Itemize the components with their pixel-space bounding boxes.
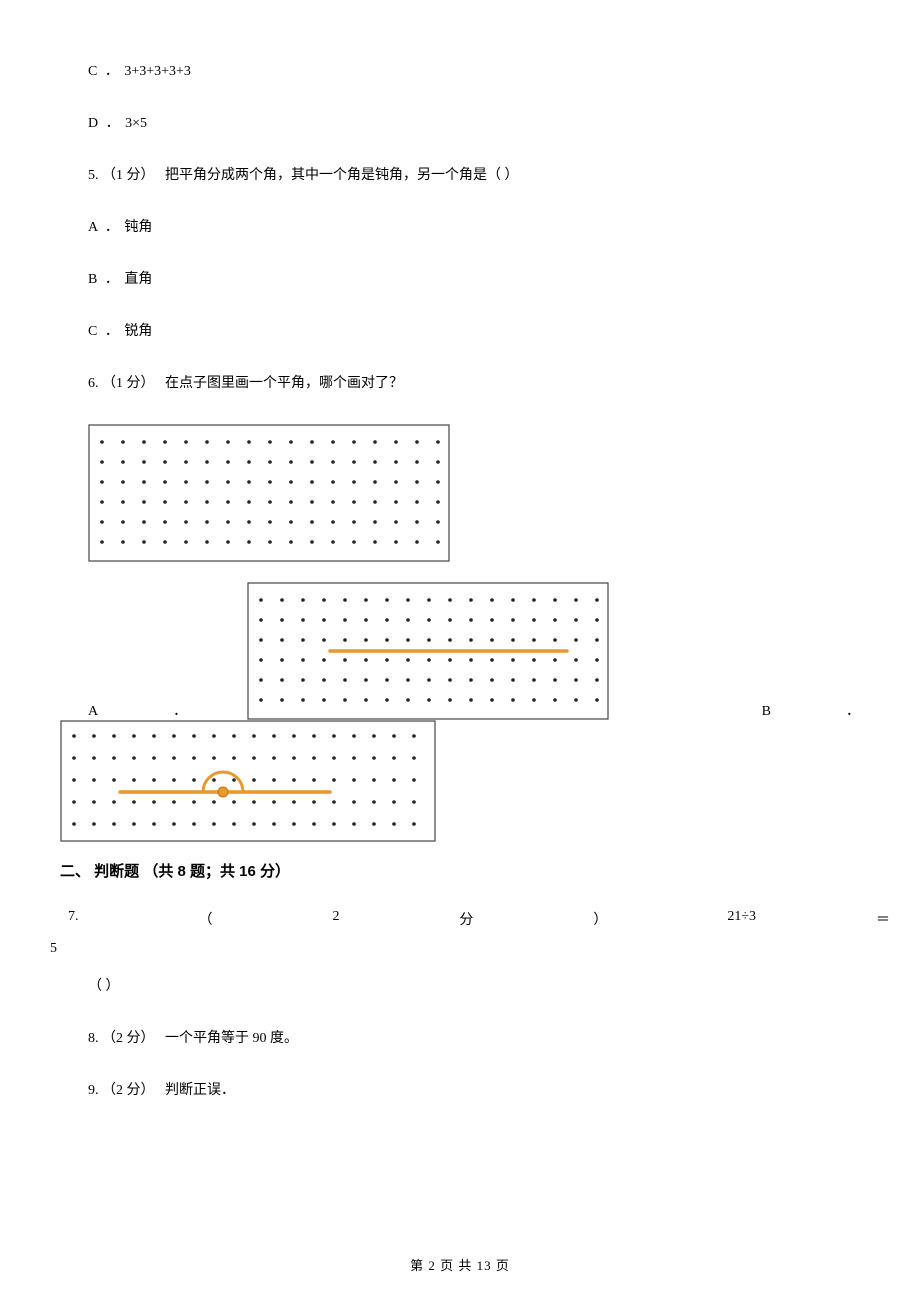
q-text: 判断正误． bbox=[165, 1083, 235, 1098]
dot-grid-c bbox=[60, 720, 860, 842]
dot-grid-a-svg bbox=[88, 424, 450, 562]
dot-grid-a bbox=[88, 424, 860, 562]
question-5-stem: 5. （1 分） 把平角分成两个角，其中一个角是钝角，另一个角是（ ） bbox=[60, 164, 860, 184]
question-6-stem: 6. （1 分） 在点子图里画一个平角，哪个画对了？ bbox=[60, 372, 860, 392]
q-text: 在点子图里画一个平角，哪个画对了？ bbox=[165, 376, 403, 391]
q7-rparen: ） bbox=[593, 909, 607, 929]
q-text: 一个平角等于 90 度。 bbox=[165, 1031, 298, 1046]
q-number: 8. bbox=[88, 1031, 99, 1046]
option-c: C ． 3+3+3+3+3 bbox=[60, 60, 860, 80]
q-number: 5. bbox=[88, 168, 99, 183]
q-number: 6. bbox=[88, 376, 99, 391]
option-letter: C ． bbox=[88, 64, 121, 79]
page-footer: 第 2 页 共 13 页 bbox=[0, 1255, 920, 1274]
q-points: （2 分） bbox=[102, 1031, 155, 1046]
option-text: 3+3+3+3+3 bbox=[124, 64, 191, 79]
option-letter: A ． bbox=[88, 220, 121, 235]
question-7-line2: 5 bbox=[50, 941, 860, 957]
question-7-blank: （ ） bbox=[60, 975, 860, 995]
q7-expr: 21÷3 bbox=[727, 909, 756, 929]
question-8: 8. （2 分） 一个平角等于 90 度。 bbox=[60, 1027, 860, 1047]
q5-option-a: A ． 钝角 bbox=[60, 216, 860, 236]
q-number: 9. bbox=[88, 1083, 99, 1098]
option-letter: B ． bbox=[88, 272, 121, 287]
q7-pts-num: 2 bbox=[332, 909, 339, 929]
q7-eq: ＝ bbox=[876, 909, 890, 929]
option-letter: C ． bbox=[88, 324, 121, 339]
q-points: （1 分） bbox=[102, 168, 155, 183]
q7-pts-unit: 分 bbox=[459, 909, 473, 929]
q7-num: 7. bbox=[68, 909, 79, 929]
q-text: 把平角分成两个角，其中一个角是钝角，另一个角是（ ） bbox=[165, 168, 519, 183]
q7-lparen: （ bbox=[198, 909, 212, 929]
option-text: 直角 bbox=[124, 272, 152, 287]
option-d: D ． 3×5 bbox=[60, 112, 860, 132]
dot-grid-b bbox=[247, 582, 609, 720]
q6-opt-b-dot: ． bbox=[846, 700, 860, 720]
option-letter: D ． bbox=[88, 116, 122, 131]
option-text: 锐角 bbox=[124, 324, 152, 339]
q5-option-c: C ． 锐角 bbox=[60, 320, 860, 340]
dot-grid-b-svg bbox=[247, 582, 609, 720]
q5-option-b: B ． 直角 bbox=[60, 268, 860, 288]
section-2-heading: 二、 判断题 （共 8 题；共 16 分） bbox=[60, 860, 860, 881]
q6-opt-a-letter: A bbox=[88, 704, 98, 720]
option-text: 3×5 bbox=[125, 116, 147, 131]
q6-options-row: A ． B ． bbox=[60, 582, 860, 720]
q-points: （1 分） bbox=[102, 376, 155, 391]
q6-opt-b-letter: B bbox=[762, 704, 771, 720]
dot-grid-c-svg bbox=[60, 720, 436, 842]
option-text: 钝角 bbox=[124, 220, 152, 235]
q-points: （2 分） bbox=[102, 1083, 155, 1098]
question-9: 9. （2 分） 判断正误． bbox=[60, 1079, 860, 1099]
q6-opt-a-dot: ． bbox=[173, 700, 187, 720]
question-7-line1: 7. （ 2 分 ） 21÷3 ＝ bbox=[40, 909, 890, 929]
